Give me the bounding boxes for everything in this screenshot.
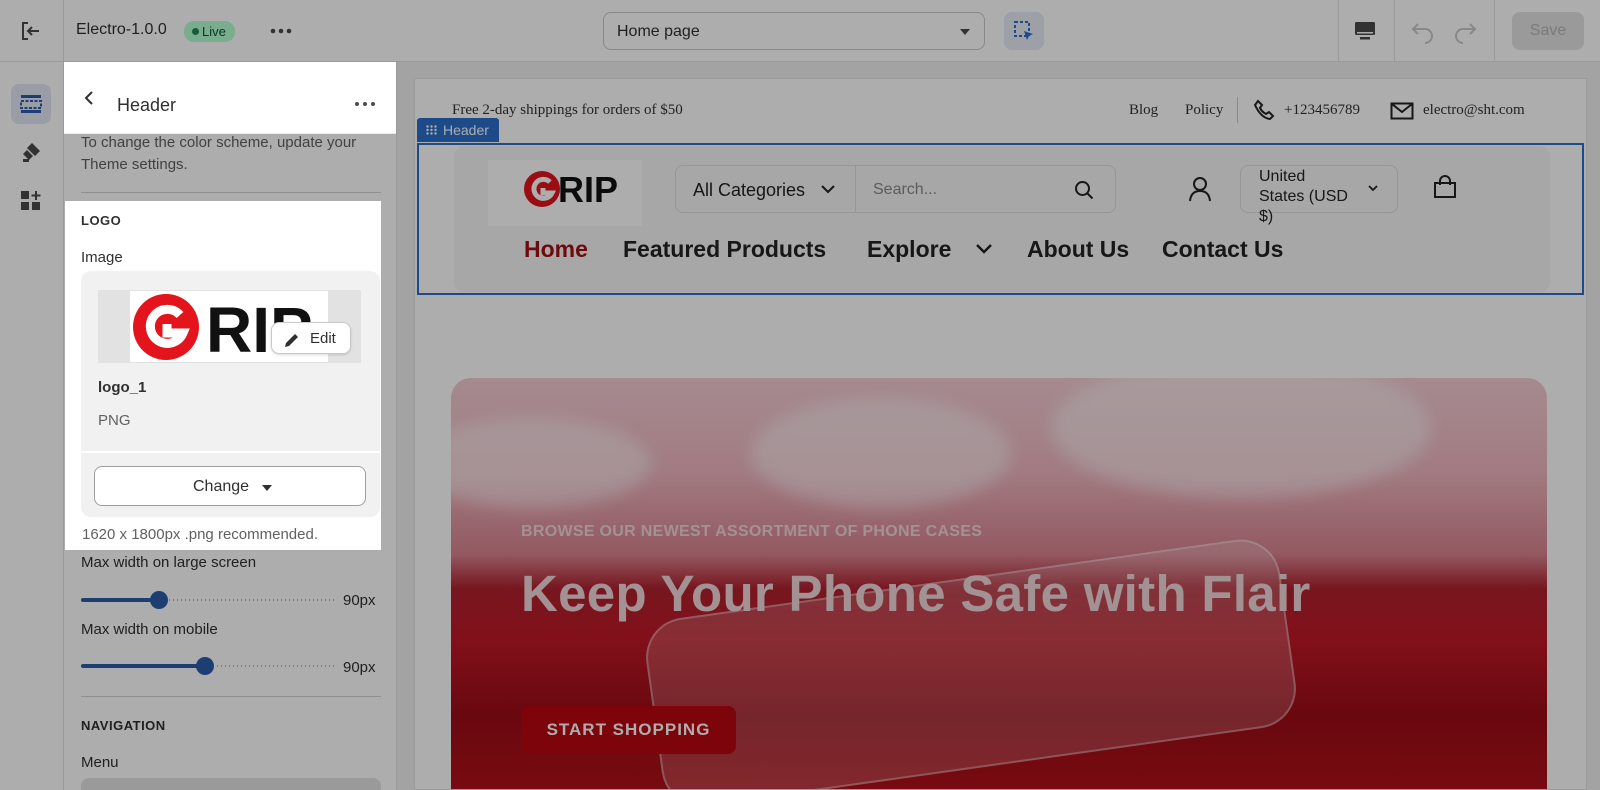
panel-title: Header (117, 95, 177, 115)
change-label: Change (193, 478, 250, 495)
image-picker-card: RIP Edit logo_1 PNG Change (81, 271, 380, 517)
image-label: Image (81, 249, 123, 266)
file-name: logo_1 (98, 379, 147, 396)
overlay (0, 550, 1600, 790)
pencil-icon (285, 334, 298, 347)
edit-label: Edit (310, 330, 336, 347)
more-icon[interactable] (354, 95, 376, 113)
change-image-button[interactable]: Change (94, 466, 366, 506)
divider (81, 451, 380, 453)
edit-image-button[interactable]: Edit (271, 322, 351, 354)
logo-heading: LOGO (81, 213, 122, 228)
back-icon[interactable] (82, 90, 98, 111)
overlay (381, 201, 1600, 550)
image-recommendation: 1620 x 1800px .png recommended. (82, 526, 318, 543)
overlay (0, 201, 65, 550)
logo-section: LOGO Image RIP Edit logo_1 PNG Change 16… (65, 201, 381, 544)
file-type: PNG (98, 412, 131, 429)
panel-header: Header (64, 62, 396, 134)
caret-down-icon (262, 485, 272, 491)
